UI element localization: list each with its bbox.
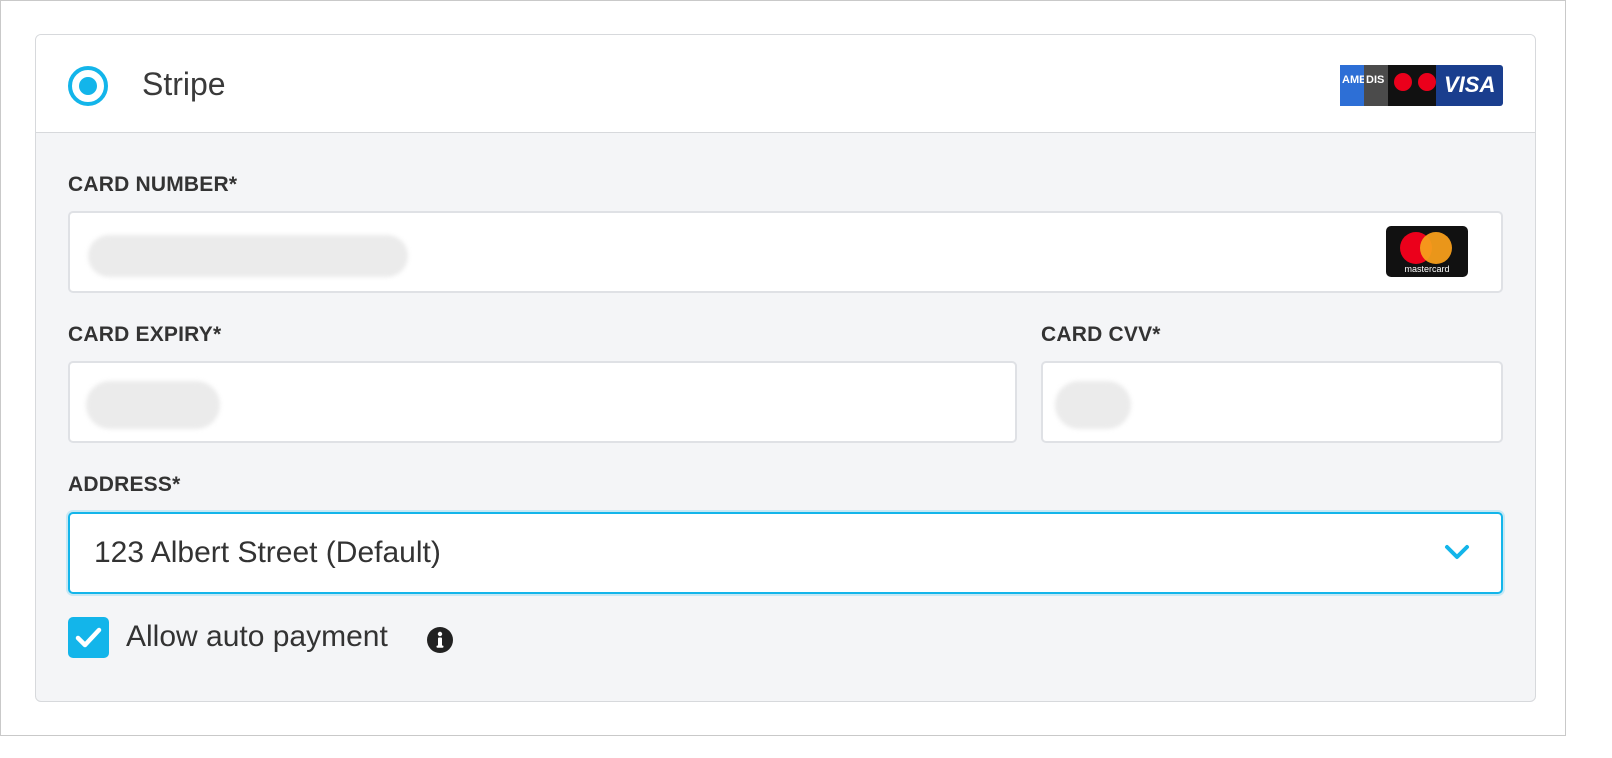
checkmark-icon <box>75 627 102 648</box>
address-label: ADDRESS* <box>68 473 181 496</box>
mastercard-logo-icon <box>1388 65 1414 106</box>
card-number-label: CARD NUMBER* <box>68 173 238 196</box>
amex-logo-text: AME <box>1342 74 1366 86</box>
address-select[interactable]: 123 Albert Street (Default) <box>68 512 1503 594</box>
visa-logo-icon: VISA <box>1436 65 1503 106</box>
auto-payment-checkbox[interactable] <box>68 617 109 658</box>
card-expiry-label: CARD EXPIRY* <box>68 323 222 346</box>
info-icon[interactable] <box>426 626 454 654</box>
masked-card-cvv <box>1055 381 1131 429</box>
discover-logo-text: DIS <box>1366 74 1385 86</box>
chevron-down-icon <box>1445 545 1469 559</box>
card-brands-logos: AME DIS VISA <box>1340 65 1503 106</box>
discover-logo-icon: DIS <box>1364 65 1390 106</box>
stripe-radio-button[interactable] <box>68 66 108 106</box>
masked-card-expiry <box>86 381 220 429</box>
maestro-logo-icon <box>1412 65 1438 106</box>
visa-logo-text: VISA <box>1444 72 1496 97</box>
card-number-input[interactable]: mastercard <box>68 211 1503 293</box>
payment-method-card: Stripe AME DIS VISA CARD NUMBER* masterc… <box>35 34 1536 702</box>
card-expiry-input[interactable] <box>68 361 1017 443</box>
payment-method-header[interactable]: Stripe AME DIS VISA <box>36 35 1535 133</box>
card-cvv-input[interactable] <box>1041 361 1503 443</box>
masked-card-number <box>88 235 408 277</box>
radio-selected-dot <box>79 77 97 95</box>
card-cvv-label: CARD CVV* <box>1041 323 1161 346</box>
amex-logo-icon: AME <box>1340 65 1366 106</box>
auto-payment-label[interactable]: Allow auto payment <box>126 620 388 654</box>
address-selected-value: 123 Albert Street (Default) <box>94 536 441 569</box>
mastercard-icon: mastercard <box>1386 226 1468 277</box>
provider-label: Stripe <box>142 66 226 102</box>
mastercard-wordmark: mastercard <box>1404 264 1450 274</box>
